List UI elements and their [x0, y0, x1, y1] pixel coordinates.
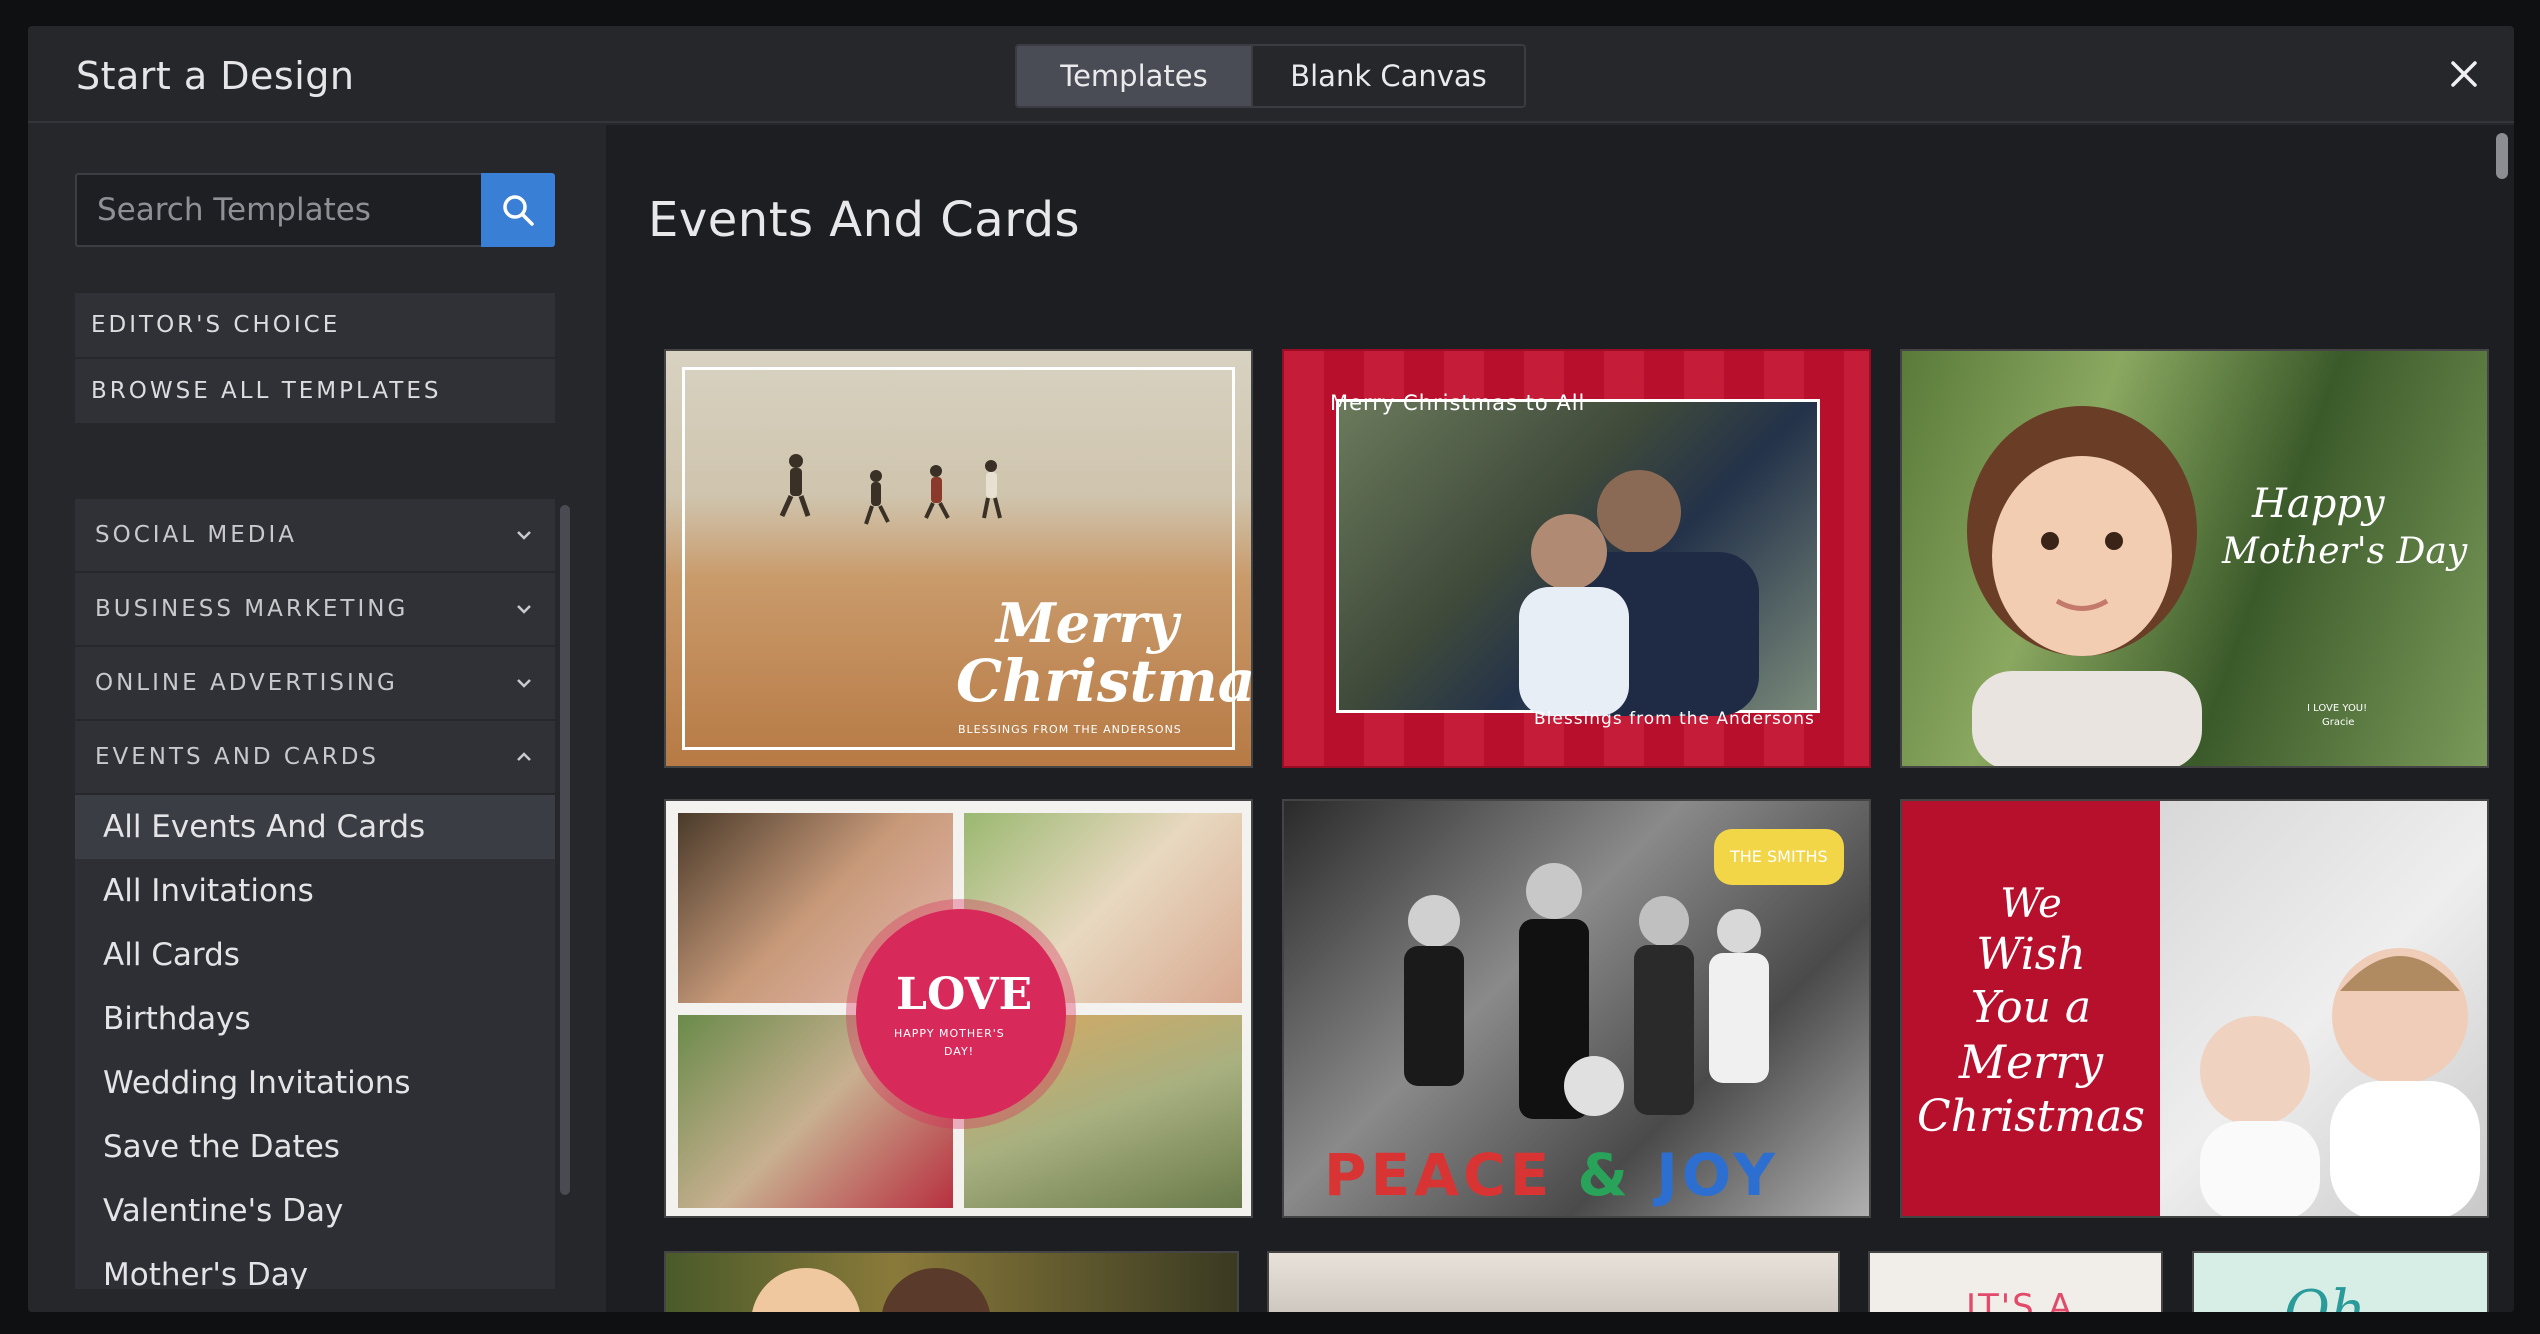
- design-mode-toggle: Templates Blank Canvas: [1015, 44, 1526, 108]
- template-search: [75, 173, 555, 247]
- love-sub1: HAPPY MOTHER'S: [894, 1027, 1005, 1040]
- category-social-media[interactable]: SOCIAL MEDIA: [75, 499, 555, 571]
- category-label: ONLINE ADVERTISING: [95, 670, 398, 696]
- template-card-merry-christmas-to-all[interactable]: Merry Christmas to All Blessings from th…: [1282, 349, 1871, 768]
- babies-photo: [2160, 801, 2487, 1216]
- card-subtitle: BLESSINGS FROM THE ANDERSONS: [958, 723, 1182, 736]
- chevron-down-icon: [517, 679, 531, 688]
- card-top-text: Merry Christmas to All: [1330, 391, 1586, 415]
- search-icon: [503, 195, 534, 226]
- template-card-we-wish-you-a-merry-christmas[interactable]: We Wish You a Merry Christmas: [1900, 799, 2489, 1218]
- sidebar: EDITOR'S CHOICE BROWSE ALL TEMPLATES SOC…: [28, 125, 606, 1312]
- card-text: IT'S A: [1966, 1287, 2074, 1312]
- template-card-sky[interactable]: [1267, 1251, 1840, 1312]
- amp-word: &: [1577, 1141, 1632, 1209]
- template-card-happy-mothers-day[interactable]: Happy Mother's Day I LOVE YOU! Gracie: [1900, 349, 2489, 768]
- tree-line-5: Christmas: [1917, 1091, 2145, 1142]
- card-note-line1: I LOVE YOU!: [2307, 703, 2368, 714]
- quick-links: EDITOR'S CHOICE BROWSE ALL TEMPLATES: [75, 293, 555, 425]
- subcategory-save-the-dates[interactable]: Save the Dates: [75, 1115, 555, 1179]
- tab-templates[interactable]: Templates: [1017, 46, 1251, 106]
- sidebar-scrollbar[interactable]: [560, 505, 570, 1195]
- joy-word: JOY: [1656, 1141, 1780, 1209]
- category-list: SOCIAL MEDIA BUSINESS MARKETING ONLINE A…: [75, 499, 555, 1289]
- subcategory-valentines-day[interactable]: Valentine's Day: [75, 1179, 555, 1243]
- card-bottom-text: Blessings from the Andersons: [1534, 709, 1815, 729]
- subcategory-all-cards[interactable]: All Cards: [75, 923, 555, 987]
- chevron-down-icon: [517, 531, 531, 540]
- close-button[interactable]: [2450, 60, 2478, 88]
- name-tag-text: THE SMITHS: [1730, 847, 1828, 866]
- card-text: Oh: [2284, 1279, 2366, 1312]
- editors-choice-link[interactable]: EDITOR'S CHOICE: [75, 293, 555, 357]
- tree-lettering: We Wish You a Merry Christmas: [1902, 801, 2160, 1216]
- tree-line-4: Merry: [1958, 1035, 2104, 1089]
- couple-photo: [752, 1268, 990, 1312]
- events-subcategory-list: All Events And Cards All Invitations All…: [75, 795, 555, 1289]
- category-events-and-cards[interactable]: EVENTS AND CARDS: [75, 721, 555, 793]
- chevron-down-icon: [517, 605, 531, 614]
- card-script-line2: Mother's Day: [2222, 531, 2468, 572]
- family-bw-photo: [1344, 841, 1804, 1171]
- card-note-line2: Gracie: [2322, 717, 2355, 728]
- family-photo: [1336, 399, 1820, 716]
- card-script-line1: Merry: [996, 591, 1179, 655]
- template-card-couple[interactable]: [664, 1251, 1239, 1312]
- peace-text: PEACE & JOY: [1324, 1141, 1779, 1209]
- subcategory-wedding-invitations[interactable]: Wedding Invitations: [75, 1051, 555, 1115]
- love-text: LOVE: [896, 969, 1033, 1020]
- template-card-oh[interactable]: Oh: [2192, 1251, 2489, 1312]
- template-card-its-a[interactable]: IT'S A: [1868, 1251, 2163, 1312]
- chevron-up-icon: [517, 752, 531, 761]
- card-script-line1: Happy: [2252, 481, 2385, 527]
- tree-line-1: We: [2000, 881, 2062, 927]
- category-label: BUSINESS MARKETING: [95, 596, 409, 622]
- start-design-modal: Start a Design Templates Blank Canvas ED…: [28, 26, 2514, 1312]
- subcategory-mothers-day[interactable]: Mother's Day: [75, 1243, 555, 1289]
- category-online-advertising[interactable]: ONLINE ADVERTISING: [75, 647, 555, 719]
- search-input[interactable]: [75, 173, 481, 247]
- jumping-people-photo: [776, 446, 1036, 536]
- template-card-merry-christmas-desert[interactable]: Merry Christmas BLESSINGS FROM THE ANDER…: [664, 349, 1253, 768]
- peace-word: PEACE: [1324, 1141, 1554, 1209]
- browse-all-templates-link[interactable]: BROWSE ALL TEMPLATES: [75, 359, 555, 423]
- card-script-line2: Christmas: [956, 647, 1253, 715]
- template-card-peace-and-joy[interactable]: THE SMITHS PEACE & JOY: [1282, 799, 1871, 1218]
- subcategory-all-events-and-cards[interactable]: All Events And Cards: [75, 795, 555, 859]
- gallery-scrollbar[interactable]: [2496, 133, 2508, 179]
- tree-line-3: You a: [1970, 982, 2092, 1033]
- close-icon: [2451, 61, 2477, 87]
- love-sub2: DAY!: [944, 1045, 975, 1058]
- search-button[interactable]: [481, 173, 555, 247]
- section-title: Events And Cards: [648, 192, 1081, 248]
- category-business-marketing[interactable]: BUSINESS MARKETING: [75, 573, 555, 645]
- template-card-love-mothers-day[interactable]: LOVE HAPPY MOTHER'S DAY!: [664, 799, 1253, 1218]
- template-gallery: Events And Cards Merry Christmas BLESSIN…: [606, 125, 2514, 1312]
- tree-line-2: Wish: [1976, 929, 2086, 980]
- child-photo: [1932, 381, 2232, 766]
- category-label: SOCIAL MEDIA: [95, 522, 298, 548]
- subcategory-all-invitations[interactable]: All Invitations: [75, 859, 555, 923]
- category-label: EVENTS AND CARDS: [95, 744, 380, 770]
- modal-title: Start a Design: [76, 54, 355, 98]
- modal-header: Start a Design Templates Blank Canvas: [28, 26, 2514, 123]
- subcategory-birthdays[interactable]: Birthdays: [75, 987, 555, 1051]
- tab-blank-canvas[interactable]: Blank Canvas: [1251, 46, 1524, 106]
